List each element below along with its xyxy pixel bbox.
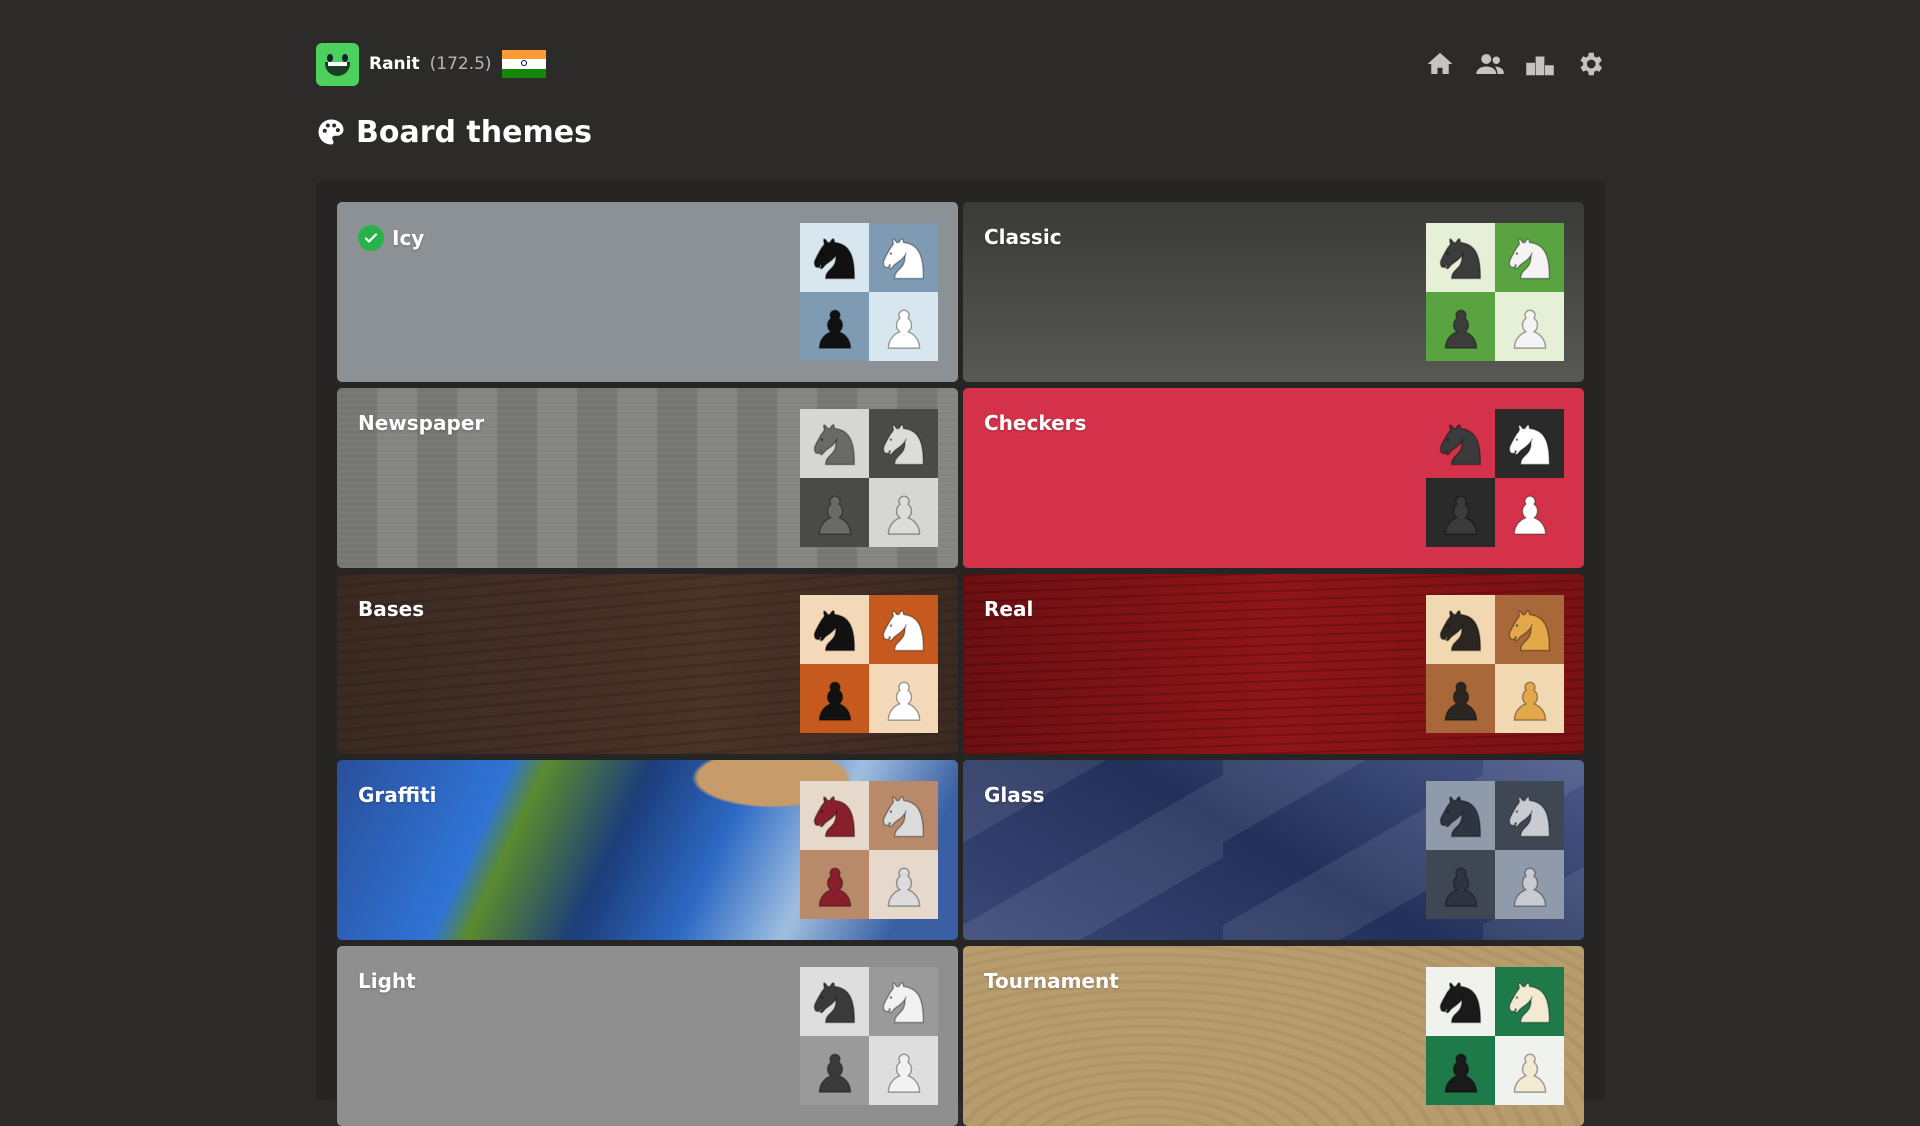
theme-label: Graffiti: [358, 783, 437, 807]
page-title: Board themes: [356, 114, 592, 150]
selected-check-icon: [358, 225, 384, 251]
theme-card-glass[interactable]: Glass: [963, 760, 1584, 940]
theme-card-checkers[interactable]: Checkers: [963, 388, 1584, 568]
home-icon[interactable]: [1425, 49, 1455, 79]
theme-card-icy[interactable]: Icy: [337, 202, 958, 382]
settings-icon[interactable]: [1575, 49, 1605, 79]
theme-card-classic[interactable]: Classic: [963, 202, 1584, 382]
theme-label: Real: [984, 597, 1034, 621]
black-pawn-icon: [1426, 850, 1495, 919]
theme-preview: [800, 781, 938, 919]
white-pawn-icon: [1495, 1036, 1564, 1105]
black-pawn-icon: [1426, 478, 1495, 547]
leaderboard-icon[interactable]: [1525, 49, 1555, 79]
theme-label: Icy: [392, 226, 425, 250]
theme-preview: [800, 595, 938, 733]
white-knight-icon: [1495, 781, 1564, 850]
black-pawn-icon: [800, 478, 869, 547]
theme-name: Light: [358, 969, 416, 993]
theme-label: Classic: [984, 225, 1062, 249]
white-knight-icon: [1495, 223, 1564, 292]
theme-name: Graffiti: [358, 783, 437, 807]
white-pawn-icon: [1495, 850, 1564, 919]
white-knight-icon: [869, 223, 938, 292]
white-pawn-icon: [1495, 292, 1564, 361]
theme-preview: [1426, 967, 1564, 1105]
black-pawn-icon: [800, 1036, 869, 1105]
theme-preview: [800, 409, 938, 547]
white-pawn-icon: [869, 1036, 938, 1105]
top-bar: Ranit (172.5): [316, 40, 1605, 88]
black-knight-icon: [800, 781, 869, 850]
white-pawn-icon: [1495, 478, 1564, 547]
white-pawn-icon: [869, 850, 938, 919]
theme-name: Icy: [358, 225, 424, 251]
white-knight-icon: [1495, 595, 1564, 664]
theme-card-light[interactable]: Light: [337, 946, 958, 1126]
black-pawn-icon: [1426, 292, 1495, 361]
black-pawn-icon: [800, 292, 869, 361]
user-info[interactable]: Ranit (172.5): [316, 42, 546, 86]
theme-label: Glass: [984, 783, 1045, 807]
theme-preview: [1426, 781, 1564, 919]
theme-preview: [800, 223, 938, 361]
theme-label: Checkers: [984, 411, 1087, 435]
white-knight-icon: [1495, 967, 1564, 1036]
theme-card-real[interactable]: Real: [963, 574, 1584, 754]
white-pawn-icon: [869, 664, 938, 733]
black-knight-icon: [800, 595, 869, 664]
theme-name: Glass: [984, 783, 1045, 807]
white-pawn-icon: [869, 292, 938, 361]
white-knight-icon: [869, 409, 938, 478]
white-pawn-icon: [869, 478, 938, 547]
theme-preview: [1426, 409, 1564, 547]
username[interactable]: Ranit: [369, 54, 420, 74]
white-pawn-icon: [1495, 664, 1564, 733]
white-knight-icon: [869, 595, 938, 664]
black-pawn-icon: [1426, 1036, 1495, 1105]
theme-name: Tournament: [984, 969, 1119, 993]
themes-panel: Icy Classic Newspaper Checkers Bases Real Graf…: [316, 181, 1605, 1126]
theme-preview: [1426, 595, 1564, 733]
theme-label: Newspaper: [358, 411, 485, 435]
black-knight-icon: [1426, 781, 1495, 850]
user-rating: (172.5): [429, 54, 492, 74]
black-knight-icon: [1426, 967, 1495, 1036]
black-pawn-icon: [1426, 664, 1495, 733]
black-knight-icon: [1426, 595, 1495, 664]
theme-name: Checkers: [984, 411, 1086, 435]
black-knight-icon: [1426, 409, 1495, 478]
black-knight-icon: [800, 967, 869, 1036]
theme-card-graffiti[interactable]: Graffiti: [337, 760, 958, 940]
main-nav: [1425, 49, 1605, 79]
black-knight-icon: [800, 223, 869, 292]
theme-name: Real: [984, 597, 1033, 621]
theme-card-bases[interactable]: Bases: [337, 574, 958, 754]
theme-name: Newspaper: [358, 411, 484, 435]
black-knight-icon: [1426, 223, 1495, 292]
theme-preview: [1426, 223, 1564, 361]
white-knight-icon: [869, 781, 938, 850]
white-knight-icon: [869, 967, 938, 1036]
avatar[interactable]: [316, 42, 359, 86]
friends-icon[interactable]: [1475, 49, 1505, 79]
themes-grid: Icy Classic Newspaper Checkers Bases Real Graf…: [337, 202, 1584, 1126]
page-header: Board themes: [316, 110, 592, 154]
white-knight-icon: [1495, 409, 1564, 478]
theme-name: Bases: [358, 597, 424, 621]
black-pawn-icon: [800, 664, 869, 733]
theme-label: Bases: [358, 597, 425, 621]
theme-card-newspaper[interactable]: Newspaper: [337, 388, 958, 568]
black-knight-icon: [800, 409, 869, 478]
theme-preview: [800, 967, 938, 1105]
theme-label: Tournament: [984, 969, 1119, 993]
palette-icon: [318, 119, 344, 145]
black-pawn-icon: [800, 850, 869, 919]
theme-card-tournament[interactable]: Tournament: [963, 946, 1584, 1126]
theme-name: Classic: [984, 225, 1062, 249]
india-flag-icon: [501, 50, 546, 78]
theme-label: Light: [358, 969, 416, 993]
